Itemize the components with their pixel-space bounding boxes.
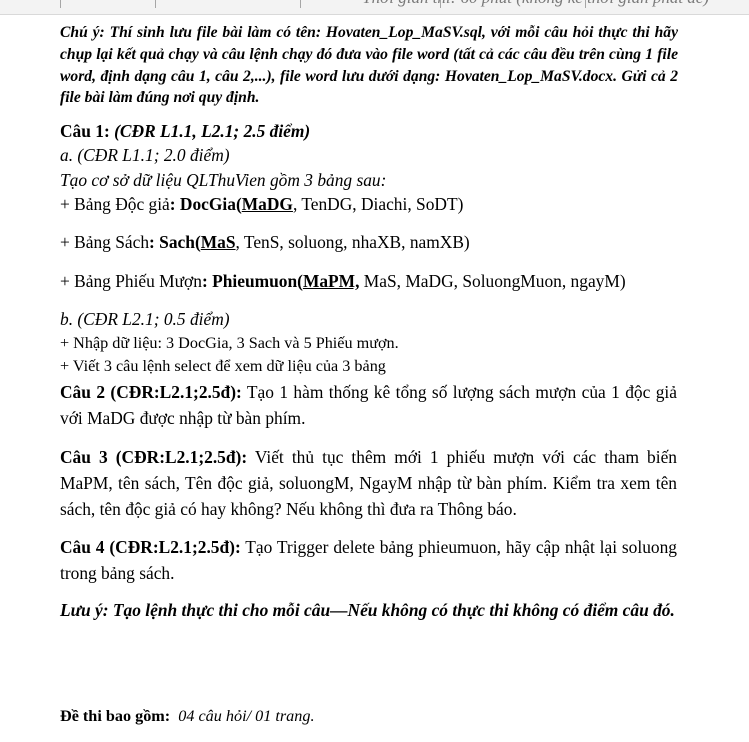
table-colon: :	[149, 232, 160, 252]
table-label: + Bảng Độc giả	[60, 194, 170, 214]
table-label: + Bảng Phiếu Mượn	[60, 271, 202, 291]
question-1-title: Câu 1:	[60, 121, 110, 141]
table-primary-key: MaS	[200, 232, 236, 252]
table-colon: :	[169, 194, 180, 214]
table-primary-key: MaDG	[241, 194, 293, 214]
question-2: Câu 2 (CĐR:L2.1;2.5đ): Tạo 1 hàm thống k…	[60, 379, 677, 431]
table-colon: :	[201, 271, 213, 291]
table-columns: , TenDG, Diachi, SoDT)	[292, 194, 464, 214]
cut-header-text: Thời gian thi: 60 phút (không kể thời gi…	[362, 0, 709, 8]
table-name: DocGia	[179, 194, 236, 214]
table-columns: MaS, MaDG, SoluongMuon, ngayM)	[359, 271, 626, 291]
question-3-title: Câu 3 (CĐR:L2.1;2.5đ):	[60, 447, 248, 467]
table-line-sach: + Bảng Sách: Sach(MaS, TenS, soluong, nh…	[60, 232, 470, 253]
ruler-tick	[60, 0, 61, 8]
question-3: Câu 3 (CĐR:L2.1;2.5đ): Viết thủ tục thêm…	[60, 444, 677, 522]
table-label: + Bảng Sách	[60, 232, 150, 252]
exam-note: Chú ý: Thí sinh lưu file bài làm có tên:…	[60, 24, 678, 107]
part-b-item: + Nhập dữ liệu: 3 DocGia, 3 Sach và 5 Ph…	[60, 334, 399, 352]
table-columns: , TenS, soluong, nhaXB, namXB)	[235, 232, 470, 252]
part-a-intro: Tạo cơ sở dữ liệu QLThuVien gồm 3 bảng s…	[60, 170, 387, 190]
question-4-title: Câu 4 (CĐR:L2.1;2.5đ):	[60, 537, 241, 557]
footer-value: 04 câu hỏi/ 01 trang.	[178, 707, 315, 725]
luu-y-note: Lưu ý: Tạo lệnh thực thi cho mỗi câu—Nếu…	[60, 600, 675, 620]
ruler-tick	[300, 0, 301, 8]
table-name: Phieumuon	[212, 271, 298, 291]
part-b-heading: b. (CĐR L2.1; 0.5 điểm)	[60, 309, 230, 329]
question-1-heading: Câu 1: (CĐR L1.1, L2.1; 2.5 điểm)	[60, 121, 310, 142]
question-2-title: Câu 2 (CĐR:L2.1;2.5đ):	[60, 382, 242, 402]
question-1-meta: (CĐR L1.1, L2.1; 2.5 điểm)	[109, 121, 311, 141]
exam-footer: Đề thi bao gồm: 04 câu hỏi/ 01 trang.	[60, 707, 315, 726]
table-primary-key: MaPM,	[302, 271, 360, 291]
ruler-strip: Thời gian thi: 60 phút (không kể thời gi…	[0, 0, 749, 15]
footer-label: Đề thi bao gồm:	[60, 707, 171, 725]
table-line-phieumuon: + Bảng Phiếu Mượn: Phieumuon(MaPM, MaS, …	[60, 271, 626, 292]
part-a-heading: a. (CĐR L1.1; 2.0 điểm)	[60, 145, 230, 165]
part-b-item: + Viết 3 câu lệnh select để xem dữ liệu …	[60, 357, 386, 375]
table-name: Sach	[159, 232, 195, 252]
ruler-tick	[155, 0, 156, 8]
question-4: Câu 4 (CĐR:L2.1;2.5đ): Tạo Trigger delet…	[60, 534, 677, 586]
table-line-docgia: + Bảng Độc giả: DocGia(MaDG, TenDG, Diac…	[60, 194, 463, 215]
